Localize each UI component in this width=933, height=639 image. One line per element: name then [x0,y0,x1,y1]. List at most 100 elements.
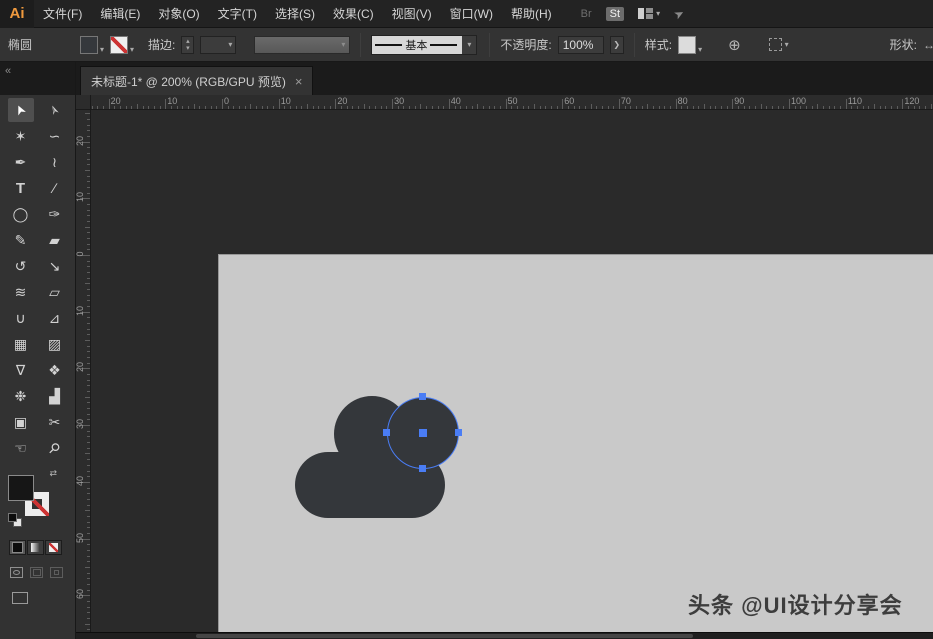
curvature-tool[interactable]: ≀ [42,150,68,174]
document-area: 未标题-1* @ 200% (RGB/GPU 预览) × 20100102030… [76,62,933,639]
selection-tool[interactable]: ➤ [8,98,34,122]
document-tab-title: 未标题-1* @ 200% (RGB/GPU 预览) [91,73,286,90]
draw-inside-button[interactable] [50,567,63,578]
menubar-right-icons: Br St ▾ ➤ [581,7,684,21]
fill-stroke-widget: ⇄ [9,472,55,530]
close-tab-icon[interactable]: × [295,74,303,89]
anchor-handle-center[interactable] [419,429,427,437]
direct-selection-tool[interactable]: ➢ [42,98,68,122]
none-button[interactable] [45,540,62,555]
width-tool[interactable]: ≋ [8,280,34,304]
shape-width-icon[interactable]: ↔ [923,38,933,52]
zoom-tool-icon: ⚲ [45,438,64,457]
scale-tool[interactable]: ↘ [42,254,68,278]
app-logo[interactable]: Ai [0,0,34,28]
share-icon[interactable]: ➤ [671,5,686,22]
symbol-sprayer-tool[interactable]: ❉ [8,384,34,408]
zoom-tool[interactable]: ⚲ [42,436,68,460]
paintbrush-tool[interactable]: ✑ [42,202,68,226]
artboard-tool[interactable]: ▣ [8,410,34,434]
eyedropper-tool-icon: ∇ [16,362,25,379]
canvas[interactable]: 头条 @UI设计分享会 [91,110,933,632]
chevron-down-icon: ▾ [462,36,476,54]
fill-swatch[interactable] [80,36,98,54]
control-bar: 椭圆 ▾ ▾ 描边: ▴ ▾ ▾ ▾ 基本 ▾ 不透明度: 100% ❯ [0,28,933,62]
stroke-color-control[interactable]: ▾ [110,36,134,54]
stroke-style-dropdown[interactable]: 基本 ▾ [371,35,477,55]
drawing-modes-row [10,567,75,578]
slice-tool[interactable]: ✂ [42,410,68,434]
menu-item-type[interactable]: 文字(T) [209,0,266,28]
rotate-tool[interactable]: ↺ [8,254,34,278]
shape-builder-tool[interactable]: ∪ [8,306,34,330]
mesh-tool-icon: ▦ [14,336,27,353]
perspective-grid-tool[interactable]: ⊿ [42,306,68,330]
draw-behind-button[interactable] [30,567,43,578]
menu-item-effect[interactable]: 效果(C) [324,0,383,28]
anchor-handle-top[interactable] [419,393,426,400]
shaper-tool[interactable]: ✎ [8,228,34,252]
gradient-tool[interactable]: ▨ [42,332,68,356]
anchor-handle-right[interactable] [455,429,462,436]
fill-color-box[interactable] [9,476,33,500]
style-control[interactable]: ▾ [678,36,702,54]
align-options[interactable]: ▾ [769,38,789,51]
mesh-tool[interactable]: ▦ [8,332,34,356]
document-tab[interactable]: 未标题-1* @ 200% (RGB/GPU 预览) × [80,66,313,95]
scrollbar-thumb[interactable] [196,634,693,638]
workspace-switcher[interactable]: ▾ [638,8,660,19]
stepper-down-icon[interactable]: ▾ [182,45,193,52]
screen-mode-button[interactable] [12,592,28,604]
stepper-up-icon[interactable]: ▴ [182,38,193,45]
column-graph-tool[interactable]: ▟ [42,384,68,408]
stroke-weight-stepper[interactable]: ▴ ▾ [181,36,194,54]
ruler-origin-corner[interactable] [76,95,91,110]
menu-item-file[interactable]: 文件(F) [34,0,91,28]
horizontal-scrollbar[interactable] [76,632,933,639]
perspective-grid-tool-icon: ⊿ [49,310,61,327]
brush-definition-dropdown[interactable]: ▾ [254,36,350,54]
type-tool[interactable]: T [8,176,34,200]
opacity-label: 不透明度: [500,36,551,53]
anchor-handle-left[interactable] [383,429,390,436]
lasso-tool[interactable]: ∽ [42,124,68,148]
horizontal-ruler[interactable]: 20100102030405060708090100110120 [91,95,933,110]
menu-item-edit[interactable]: 编辑(E) [91,0,149,28]
document-setup-globe-icon[interactable]: ⊕ [728,36,741,54]
stroke-preview-line [375,44,402,46]
collapse-panel-button[interactable]: « [5,65,11,77]
ruler-row: 20100102030405060708090100110120 [76,95,933,110]
menu-item-view[interactable]: 视图(V) [383,0,441,28]
menu-item-select[interactable]: 选择(S) [266,0,324,28]
blend-tool[interactable]: ❖ [42,358,68,382]
opacity-options-button[interactable]: ❯ [610,36,624,54]
style-swatch[interactable] [678,36,696,54]
stock-icon[interactable]: St [606,7,624,21]
none-icon [49,543,58,552]
eraser-tool[interactable]: ▰ [42,228,68,252]
color-button[interactable] [9,540,26,555]
tool-grid: ➤ ➢ ✶ ∽ ✒ ≀ T ∕ ◯ ✑ ✎ ▰ ↺ ↘ ≋ ▱ ∪ ⊿ ▦ ▨ ∇ ❖ ❉ ▟ ▣ ✂ ☜ ⚲ [0,95,75,460]
opacity-input[interactable]: 100% [558,36,604,54]
hand-tool[interactable]: ☜ [8,436,34,460]
swap-fill-stroke-icon[interactable]: ⇄ [49,468,57,479]
eyedropper-tool[interactable]: ∇ [8,358,34,382]
gradient-button[interactable] [27,540,44,555]
menu-item-object[interactable]: 对象(O) [149,0,208,28]
stroke-none-swatch[interactable] [110,36,128,54]
vertical-ruler[interactable]: 20100102030405060 [76,110,91,632]
line-segment-tool[interactable]: ∕ [42,176,68,200]
anchor-handle-bottom[interactable] [419,465,426,472]
magic-wand-tool[interactable]: ✶ [8,124,34,148]
shape-label: 形状: [890,36,917,53]
menu-item-help[interactable]: 帮助(H) [502,0,561,28]
fill-color-control[interactable]: ▾ [80,36,104,54]
draw-normal-button[interactable] [10,567,23,578]
bridge-icon[interactable]: Br [581,8,592,20]
pen-tool[interactable]: ✒ [8,150,34,174]
default-colors-icon[interactable] [9,514,21,526]
ellipse-tool[interactable]: ◯ [8,202,34,226]
menu-item-window[interactable]: 窗口(W) [441,0,502,28]
stroke-weight-dropdown[interactable]: ▾ [200,36,236,54]
free-transform-tool[interactable]: ▱ [42,280,68,304]
